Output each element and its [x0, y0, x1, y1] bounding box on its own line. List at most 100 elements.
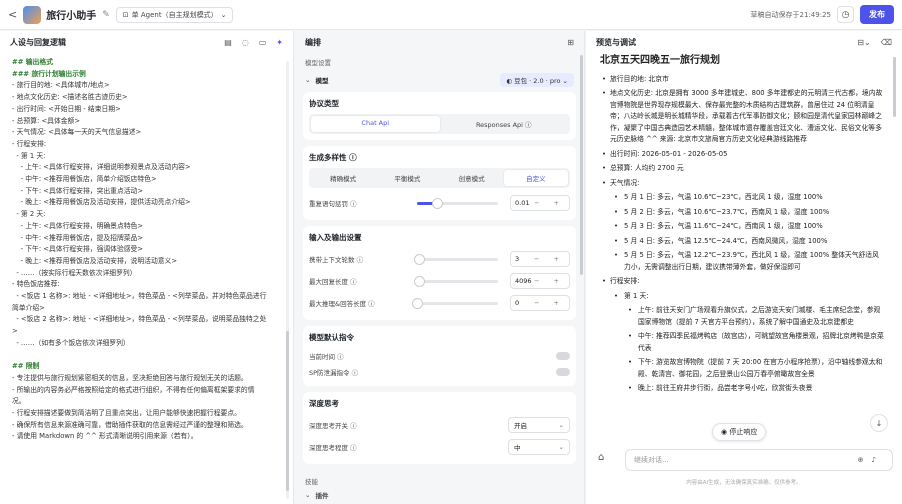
chevron-down-icon[interactable]: ⌄	[305, 76, 310, 84]
segment-option[interactable]: 精确模式	[311, 170, 375, 186]
new-topic-icon[interactable]: ⌂	[598, 452, 604, 463]
layout-icon[interactable]: ⊞	[567, 38, 574, 47]
prompt-line: ### 旅行计划输出示例	[12, 69, 86, 78]
max-reply-slider[interactable]	[414, 275, 498, 287]
protocol-segment[interactable]: Chat Api Responses Api ⓘ	[309, 114, 570, 134]
response-item: 地点文化历史: 北京是拥有 3000 多年建城史、800 多年建都史的元明清三代…	[600, 88, 885, 146]
chat-response: 北京五天四晚五一旅行规划 旅行目的地: 北京市地点文化历史: 北京是拥有 300…	[600, 55, 885, 398]
optimize-icon[interactable]: ✦	[276, 38, 283, 47]
segment-option[interactable]: 创意模式	[440, 170, 504, 186]
max-reasoning-row: 最大推理&回答长度 ⓘ 0 − +	[309, 292, 570, 314]
publish-button[interactable]: 发布	[860, 5, 894, 24]
context-rounds-slider[interactable]	[414, 253, 498, 265]
prompt-line: - 行程安排:	[12, 139, 47, 148]
protocol-title: 协议类型	[309, 99, 339, 108]
prompt-scrollbar-thumb[interactable]	[286, 331, 289, 491]
response-item: 下午: 游览故宫博物院（提前 7 天 20:00 在官方小程序抢票），沿中轴线参…	[600, 357, 885, 380]
max-reply-value: 4096	[515, 277, 532, 285]
segment-option[interactable]: Responses Api ⓘ	[440, 116, 569, 132]
max-reply-input[interactable]: 4096− +	[510, 273, 570, 289]
chevron-down-icon: ⌄	[558, 443, 564, 451]
clear-icon[interactable]: ⌫	[881, 38, 892, 47]
app-title: 旅行小助手	[46, 11, 97, 22]
app-avatar	[23, 5, 42, 24]
max-reasoning-input[interactable]: 0 − +	[510, 295, 570, 311]
current-time-toggle[interactable]	[556, 352, 570, 360]
prompt-editor[interactable]: ## 输出格式 ### 旅行计划输出示例 - 旅行目的地: <具体城市/地点> - 地…	[6, 57, 284, 504]
back-button[interactable]: <	[8, 8, 17, 21]
repeat-penalty-row: 重复语句惩罚 ⓘ 0.01 − +	[309, 192, 570, 214]
default-cmd-title: 模型默认指令	[309, 333, 354, 342]
plugins-label: 插件	[315, 492, 329, 500]
persona-panel: 人设与回复逻辑 ▤ ◌ ▭ ✦ ## 输出格式 ### 旅行计划输出示例 - 旅行目…	[0, 31, 294, 504]
segment-option[interactable]: 平衡模式	[375, 170, 439, 186]
orchestration-scrollbar[interactable]	[580, 55, 583, 275]
prompt-line: - 第 1 天:	[12, 151, 46, 160]
response-heading: 北京五天四晚五一旅行规划	[600, 55, 720, 66]
max-reasoning-label: 最大推理&回答长度 ⓘ	[309, 300, 375, 308]
deep-level-select[interactable]: 中 ⌄	[508, 439, 570, 455]
scroll-down-icon[interactable]: ↓	[870, 414, 888, 432]
segment-option[interactable]: Chat Api	[311, 116, 440, 132]
repeat-penalty-input[interactable]: 0.01 − +	[510, 195, 570, 211]
deep-think-title: 深度思考	[309, 399, 339, 408]
prompt-line: - 请使用 Markdown 的 ^^ 形式清晰说明引用来源（若有）。	[12, 432, 198, 441]
max-reply-label: 最大回复长度 ⓘ	[309, 278, 357, 286]
expand-icon[interactable]: ▭	[259, 38, 267, 47]
chat-input[interactable]: 继续对话... ⊕♪	[625, 449, 893, 471]
response-item: 5 月 4 日: 多云，气温 12.5℃~24.4℃，西南风微风，湿度 100%	[600, 236, 885, 248]
response-item: 旅行目的地: 北京市	[600, 74, 885, 86]
prompt-line: - 第 2 天:	[12, 210, 46, 219]
stepper-controls[interactable]: − +	[534, 199, 565, 207]
max-reply-row: 最大回复长度 ⓘ 4096− +	[309, 270, 570, 292]
debug-icon[interactable]: ⊟⌄	[857, 38, 870, 47]
current-time-label: 当前时间 ⓘ	[309, 353, 344, 361]
response-item: 行程安排:	[600, 276, 885, 288]
plugins-row[interactable]: ⌄ 插件	[295, 488, 584, 502]
chevron-down-icon: ⌄	[220, 10, 227, 19]
prompt-line: - 出行时间: <开始日期 - 结束日期>	[12, 104, 121, 113]
sp-protect-row: SP防泄漏指令 ⓘ	[309, 364, 570, 380]
repeat-penalty-value: 0.01	[515, 199, 530, 207]
stepper-controls[interactable]: − +	[534, 299, 565, 307]
prompt-line: - 行程安排描述要做到简洁明了且重点突出，让用户能够快速把握行程要点。	[12, 409, 241, 418]
add-icon[interactable]: ⊕	[858, 456, 872, 464]
template-icon[interactable]: ▤	[224, 38, 232, 47]
response-item: 出行时间: 2026-05-01 - 2026-05-05	[600, 149, 885, 161]
stepper-controls[interactable]: − +	[534, 255, 565, 263]
repeat-penalty-slider[interactable]	[417, 197, 498, 209]
chat-input-placeholder: 继续对话...	[634, 456, 669, 464]
edit-icon[interactable]: ✎	[102, 10, 110, 20]
prompt-line: - 上午: <具体行程安排，明确景点特色>	[12, 221, 144, 230]
prompt-line: - 下午: <具体行程安排，突出重点活动>	[12, 186, 144, 195]
diversity-segment[interactable]: 精确模式 平衡模式 创意模式 自定义	[309, 168, 570, 188]
persona-panel-title: 人设与回复逻辑	[10, 37, 66, 47]
mic-icon[interactable]: ♪	[872, 456, 884, 464]
prompt-line: - 旅行目的地: <具体城市/地点>	[12, 81, 110, 90]
stop-icon: ◉	[721, 428, 728, 436]
prompt-line: - 所输出的内容务必严格按照给定的格式进行组织，不得有任何偏离框架要求的情	[12, 385, 255, 394]
orchestration-title: 编排	[305, 37, 321, 47]
response-item: 天气情况:	[600, 178, 885, 190]
lightbulb-icon[interactable]: ◌	[242, 38, 249, 47]
response-item: 晚上: 前往王府井步行街，品尝老字号小吃，欣赏街头夜景	[600, 383, 885, 395]
max-reasoning-slider[interactable]	[412, 297, 498, 309]
context-rounds-input[interactable]: 3 − +	[510, 251, 570, 267]
response-item: 第 1 天:	[600, 291, 885, 303]
deep-switch-select[interactable]: 开启 ⌄	[508, 417, 570, 433]
stepper-controls[interactable]: − +	[534, 277, 565, 285]
stop-response-label: 停止响应	[729, 428, 758, 436]
segment-option[interactable]: 自定义	[503, 170, 568, 186]
sp-protect-toggle[interactable]	[556, 368, 570, 376]
stop-response-button[interactable]: ◉ 停止响应	[712, 423, 767, 441]
context-rounds-row: 携带上下文轮数 ⓘ 3 − +	[309, 248, 570, 270]
clock-icon[interactable]: ◷	[837, 6, 854, 23]
deep-level-row: 深度思考程度 ⓘ 中 ⌄	[309, 436, 570, 458]
prompt-line: ## 输出格式	[12, 58, 53, 66]
prompt-line: >	[12, 327, 18, 336]
model-select[interactable]: ◐ 豆包 · 2.0 · pro ⌄	[500, 73, 574, 87]
prompt-line: - ……（如有多个饭店依次详细罗列）	[12, 338, 130, 347]
response-item: 上午: 前往天安门广场观看升旗仪式，之后游览天安门城楼、毛主席纪念堂，参观国家博…	[600, 305, 885, 328]
chat-scrollbar[interactable]	[893, 57, 896, 117]
agent-mode-select[interactable]: ⊡ 单 Agent（自主规划模式） ⌄	[115, 6, 234, 23]
